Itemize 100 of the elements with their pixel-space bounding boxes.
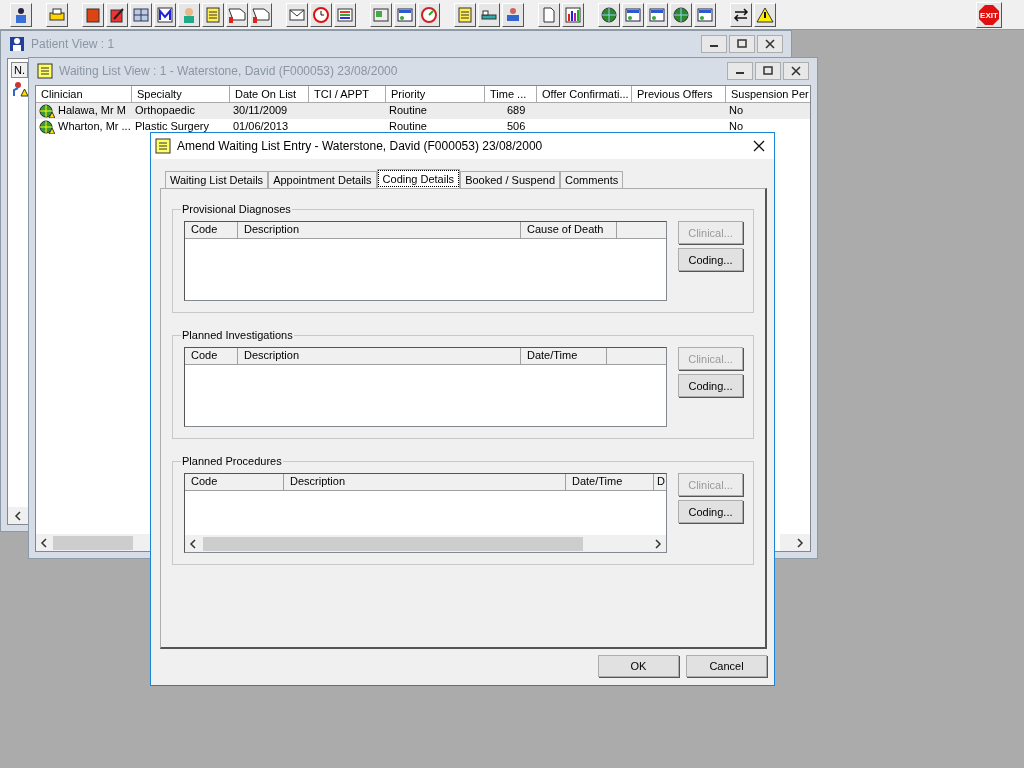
column-header[interactable]: Cause of Death (521, 222, 617, 238)
toolbar-button[interactable] (502, 2, 524, 27)
toolbar-button[interactable] (82, 2, 104, 27)
gauge-icon (420, 5, 438, 24)
horizontal-scrollbar[interactable] (36, 534, 150, 551)
close-icon (791, 66, 801, 76)
column-header[interactable]: Clinician (36, 86, 132, 102)
column-header[interactable]: Code (185, 348, 238, 364)
toolbar-button[interactable] (670, 2, 692, 27)
column-header[interactable]: Date/Time (521, 348, 607, 364)
toolbar-button[interactable] (130, 2, 152, 27)
table-cell-text: Wharton, Mr ... (58, 120, 131, 134)
column-header[interactable]: D (654, 474, 666, 490)
selected-row[interactable]: Halawa, Mr M Orthopaedic 30/11/2009 Routine 689 No (36, 103, 810, 119)
column-header[interactable]: TCI / APPT (309, 86, 386, 102)
tab[interactable]: Comments (560, 171, 624, 188)
column-header[interactable]: Previous Offers (632, 86, 726, 102)
toolbar-button[interactable] (418, 2, 440, 27)
toolbar-button[interactable] (478, 2, 500, 27)
dialog-button[interactable]: Cancel (686, 655, 767, 677)
group-title: Provisional Diagnoses (181, 203, 292, 215)
maximize-button[interactable] (729, 35, 755, 53)
toolbar-button[interactable] (538, 2, 560, 27)
warning-icon (756, 5, 774, 24)
maximize-button[interactable] (755, 62, 781, 80)
dialog-button[interactable]: OK (598, 655, 679, 677)
column-header[interactable]: Date/Time (566, 474, 654, 490)
toolbar-button[interactable] (598, 2, 620, 27)
scrollbar-thumb[interactable] (53, 535, 133, 550)
window-title: Waiting List View : 1 - Waterstone, David (F000053) 23/08/2000 (59, 64, 399, 78)
column-header[interactable]: Time ... (485, 86, 537, 102)
column-header[interactable]: Priority (386, 86, 485, 102)
toolbar-button[interactable] (454, 2, 476, 27)
tab[interactable]: Waiting List Details (165, 171, 269, 188)
list-view[interactable]: Code Description Date/Time (184, 347, 667, 427)
toolbar-button[interactable] (370, 2, 392, 27)
column-header[interactable]: Offer Confirmati... (537, 86, 632, 102)
tab[interactable]: Booked / Suspend (460, 171, 561, 188)
toolbar-button[interactable] (226, 2, 248, 27)
toolbar-button[interactable] (178, 2, 200, 27)
table-cell-text: Orthopaedic (135, 104, 195, 118)
coding-button[interactable]: Coding... (678, 248, 743, 271)
globe-warning-icon (39, 104, 55, 118)
tab[interactable]: Appointment Details (268, 171, 377, 188)
table-cell-text: 01/06/2013 (233, 120, 289, 134)
toolbar-button[interactable] (646, 2, 668, 27)
patient-icon (504, 5, 522, 24)
column-header[interactable]: N. (11, 62, 28, 78)
note-icon (456, 5, 474, 24)
minimize-button[interactable] (727, 62, 753, 80)
table-cell-text: 689 (507, 104, 526, 118)
exit-button[interactable]: EXIT (976, 1, 1002, 28)
column-header[interactable]: Description (284, 474, 566, 490)
close-icon[interactable] (752, 139, 766, 153)
close-button[interactable] (757, 35, 783, 53)
table-cell-text: Plastic Surgery (135, 120, 209, 134)
minimize-button[interactable] (701, 35, 727, 53)
book-icon (84, 5, 102, 24)
coding-button[interactable]: Coding... (678, 500, 743, 523)
toolbar-button[interactable] (154, 2, 176, 27)
scroll-right-button[interactable] (780, 534, 810, 551)
toolbar-button[interactable] (310, 2, 332, 27)
toolbar-button[interactable] (334, 2, 356, 27)
maximize-icon (763, 66, 773, 76)
close-button[interactable] (783, 62, 809, 80)
toolbar-button[interactable] (394, 2, 416, 27)
coding-button[interactable]: Coding... (678, 374, 743, 397)
column-header[interactable]: Specialty (132, 86, 230, 102)
toolbar-button[interactable] (286, 2, 308, 27)
globe-warning-icon (39, 120, 55, 134)
toolbar-button[interactable] (730, 2, 752, 27)
scrollbar-thumb[interactable] (203, 536, 583, 551)
list-view[interactable]: Code Description Date/Time D (184, 473, 667, 553)
toolbar-button[interactable] (250, 2, 272, 27)
toolbar-button[interactable] (106, 2, 128, 27)
toolbar-button[interactable] (10, 2, 32, 27)
horizontal-scrollbar[interactable] (185, 535, 666, 552)
toolbar-button[interactable] (202, 2, 224, 27)
column-header[interactable]: Description (238, 348, 521, 364)
window-title: Patient View : 1 (31, 37, 116, 51)
column-header[interactable]: Code (185, 222, 238, 238)
globe-icon (672, 5, 690, 24)
toolbar-button[interactable] (562, 2, 584, 27)
card-icon (624, 5, 642, 24)
tab[interactable]: Coding Details (376, 169, 461, 188)
toolbar-button[interactable] (622, 2, 644, 27)
column-header[interactable]: Description (238, 222, 521, 238)
column-header[interactable]: Date On List (230, 86, 309, 102)
column-header[interactable]: Code (185, 474, 284, 490)
card-icon (396, 5, 414, 24)
toolbar-button[interactable] (754, 2, 776, 27)
column-header[interactable]: Suspension Per (726, 86, 810, 102)
table-cell-text: No (729, 120, 744, 134)
scroll-left-button[interactable] (8, 507, 28, 524)
note-icon (204, 5, 222, 24)
toolbar-button[interactable] (46, 2, 68, 27)
table-cell-text: Halawa, Mr M (58, 104, 126, 118)
toolbar-button[interactable] (694, 2, 716, 27)
list-view[interactable]: Code Description Cause of Death (184, 221, 667, 301)
maximize-icon (737, 39, 747, 49)
